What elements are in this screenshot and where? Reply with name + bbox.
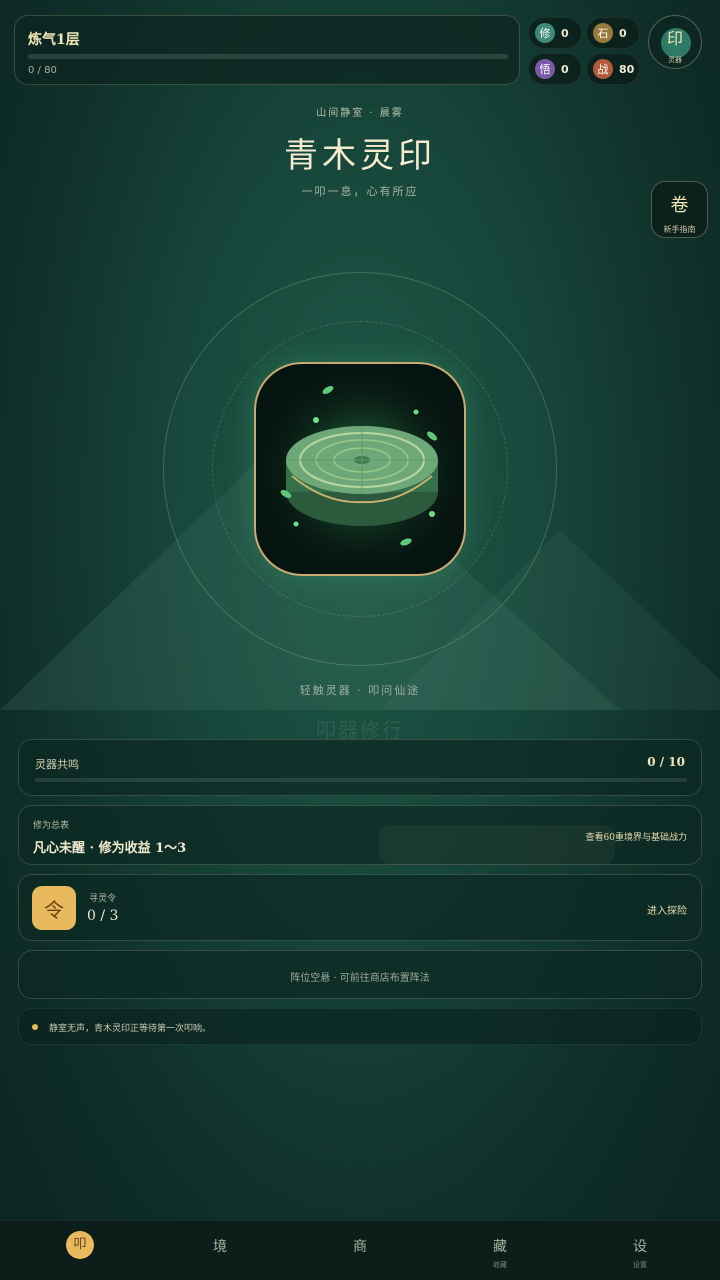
nav-collection-icon: 藏 — [493, 1239, 507, 1255]
resonance-panel: 灵器共鸣 0 / 10 — [18, 739, 702, 796]
nav-tap[interactable]: 叩 — [8, 1221, 152, 1280]
cultivation-value: 凡心未醒 · 修为收益 1～3 — [33, 841, 187, 856]
formation-text: 阵位空悬 · 可前往商店布置阵法 — [290, 973, 430, 984]
spirit-stone-icon: 石 — [593, 23, 613, 43]
nav-settings[interactable]: 设 设置 — [568, 1221, 712, 1280]
seal-label: 灵器 — [668, 56, 682, 64]
nav-tap-icon: 叩 — [66, 1231, 94, 1259]
cultivation-icon: 修 — [535, 23, 555, 43]
resource-value: 80 — [619, 62, 635, 76]
location-text: 山间静室 · 晨雾 — [316, 108, 404, 119]
realm-card: 炼气1层 0 / 80 — [14, 15, 520, 85]
cultivation-panel[interactable]: 修为总表 凡心未醒 · 修为收益 1～3 查看60重境界与基础战力 — [18, 805, 702, 865]
jade-seal-icon — [267, 375, 457, 565]
nav-collection-label: 收藏 — [493, 1261, 507, 1269]
nav-shop-icon: 商 — [353, 1239, 367, 1255]
seek-token-panel[interactable]: 令 寻灵令 0 / 3 进入探险 — [18, 874, 702, 941]
insight-icon: 悟 — [535, 59, 555, 79]
realm-title: 炼气1层 — [28, 32, 80, 48]
message-log: 静室无声，青木灵印正等待第一次叩响。 — [18, 1008, 702, 1045]
realm-progress-text: 0 / 80 — [28, 65, 57, 76]
resonance-value: 0 / 10 — [647, 755, 685, 769]
cultivation-label: 修为总表 — [33, 821, 70, 831]
resource-spirit-stone[interactable]: 石 0 — [586, 17, 640, 49]
token-label: 寻灵令 — [89, 894, 117, 904]
nav-realm[interactable]: 境 — [148, 1221, 292, 1280]
nav-collection[interactable]: 藏 收藏 — [428, 1221, 572, 1280]
resource-combat-power[interactable]: 战 80 — [586, 53, 640, 85]
page-subtitle: 一叩一息，心有所应 — [301, 185, 419, 198]
seal-glyph: 印 — [666, 29, 683, 48]
enter-adventure-link[interactable]: 进入探险 — [647, 902, 687, 917]
log-text: 静室无声，青木灵印正等待第一次叩响。 — [49, 1024, 212, 1034]
resource-value: 0 — [619, 26, 627, 40]
page-title: 青木灵印 — [284, 136, 436, 176]
token-icon: 令 — [32, 886, 76, 930]
resource-cultivation[interactable]: 修 0 — [528, 17, 582, 49]
nav-realm-icon: 境 — [213, 1239, 227, 1255]
guide-label: 新手指南 — [663, 225, 696, 234]
nav-settings-icon: 设 — [633, 1239, 647, 1255]
formation-panel[interactable]: 阵位空悬 · 可前往商店布置阵法 — [18, 950, 702, 999]
ghost-button — [379, 825, 615, 865]
combat-power-icon: 战 — [593, 59, 613, 79]
resource-value: 0 — [561, 26, 569, 40]
resource-insight[interactable]: 悟 0 — [528, 53, 582, 85]
log-dot-icon — [32, 1024, 38, 1030]
artifact-seal-button[interactable]: 印 灵器 — [648, 15, 702, 69]
tap-hint: 轻触灵器 · 叩问仙途 — [299, 684, 421, 697]
view-realms-link[interactable]: 查看60重境界与基础战力 — [586, 830, 687, 843]
bottom-nav: 叩 境 商 藏 收藏 设 设置 — [0, 1220, 720, 1280]
nav-shop[interactable]: 商 — [288, 1221, 432, 1280]
resonance-label: 灵器共鸣 — [35, 758, 79, 771]
resonance-progress-bar — [35, 778, 687, 782]
resource-value: 0 — [561, 62, 569, 76]
jade-seal-artifact-button[interactable] — [254, 362, 466, 576]
realm-progress-bar — [28, 54, 508, 59]
token-value: 0 / 3 — [87, 908, 119, 924]
nav-settings-label: 设置 — [633, 1261, 647, 1269]
